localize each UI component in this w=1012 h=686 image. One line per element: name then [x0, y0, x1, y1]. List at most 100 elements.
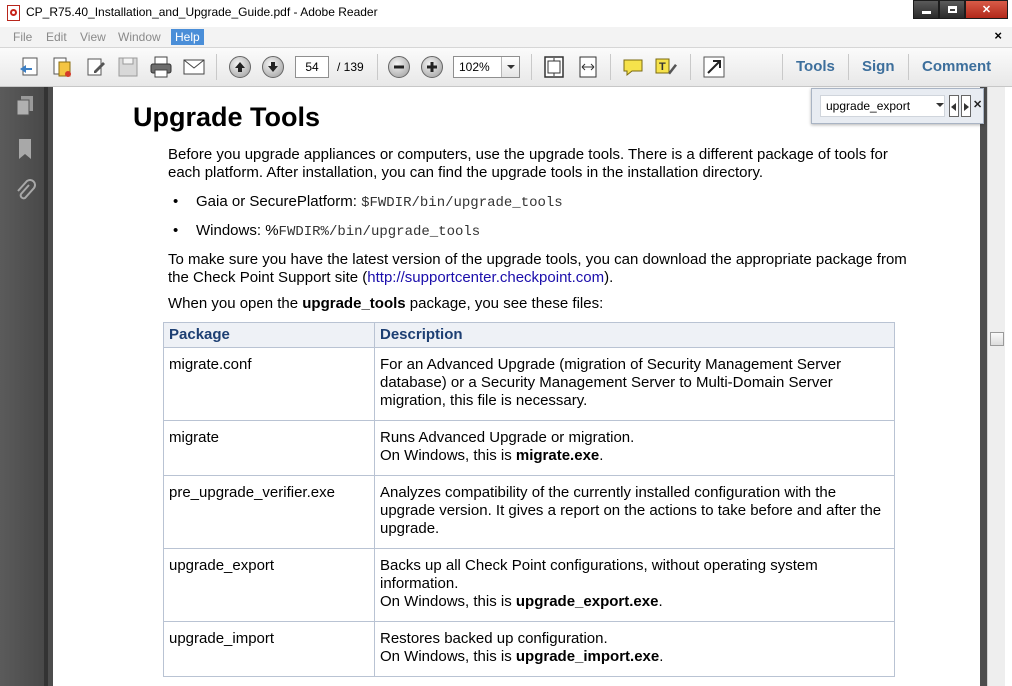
minimize-icon: [921, 11, 931, 14]
fit-width-icon[interactable]: [576, 55, 600, 79]
print-icon[interactable]: [149, 55, 173, 79]
find-next-button[interactable]: [961, 95, 971, 117]
table-row: upgrade_export Backs up all Check Point …: [163, 548, 895, 622]
page-heading: Upgrade Tools: [133, 102, 321, 132]
bullet-icon: •: [173, 193, 179, 210]
menu-view[interactable]: View: [76, 29, 110, 45]
intro-paragraph: Before you upgrade appliances or compute…: [168, 146, 888, 181]
maximize-icon: [947, 6, 957, 13]
vertical-scrollbar[interactable]: [987, 87, 1006, 686]
close-document-icon[interactable]: ×: [994, 28, 1002, 43]
package-cell: migrate: [163, 420, 375, 476]
menu-file[interactable]: File: [9, 29, 36, 45]
chevron-down-icon[interactable]: [936, 103, 944, 107]
minus-icon: [394, 65, 404, 69]
windows-exe: upgrade_import.exe: [515, 648, 660, 665]
bullet-label: Gaia or SecurePlatform:: [196, 193, 357, 210]
find-input[interactable]: [820, 95, 945, 117]
full-screen-icon[interactable]: [702, 55, 726, 79]
description-cell: Restores backed up configuration. On Wind…: [374, 621, 895, 677]
zoom-select[interactable]: 102%: [453, 56, 520, 78]
menu-bar: File Edit View Window Help ×: [0, 27, 1012, 48]
navigation-panel: [0, 87, 48, 686]
header-description: Description: [374, 322, 895, 348]
window-controls: ✕: [913, 0, 1008, 19]
fit-page-icon[interactable]: [542, 55, 566, 79]
tools-pane-button[interactable]: Tools: [796, 48, 835, 86]
arrow-down-icon: [268, 62, 278, 72]
latest-end: ).: [604, 269, 614, 286]
percent-prefix: %: [265, 222, 279, 239]
description-text: Runs Advanced Upgrade or migration.: [380, 429, 635, 446]
package-table: Package Description migrate.conf For an …: [163, 322, 895, 677]
next-page-button[interactable]: [262, 56, 284, 78]
minimize-button[interactable]: [913, 0, 939, 19]
page-total-label: / 139: [337, 60, 364, 74]
description-text: Backs up all Check Point configurations,…: [380, 557, 818, 592]
description-cell: Analyzes compatibility of the currently …: [374, 475, 895, 549]
bullet-windows: Windows: %FWDIR%/bin/upgrade_tools: [196, 222, 480, 240]
table-row: pre_upgrade_verifier.exe Analyzes compat…: [163, 475, 895, 549]
attachments-icon[interactable]: [14, 179, 36, 203]
zoom-out-button[interactable]: [388, 56, 410, 78]
windows-note-end: .: [599, 447, 604, 464]
toolbar-separator: [610, 54, 611, 80]
bullet-icon: •: [173, 222, 179, 239]
page-number-input[interactable]: [295, 56, 329, 78]
windows-note: On Windows, this is: [380, 447, 516, 464]
header-package: Package: [163, 322, 375, 348]
window-title: CP_R75.40_Installation_and_Upgrade_Guide…: [26, 5, 378, 19]
find-previous-button[interactable]: [949, 95, 959, 117]
plus-icon: [427, 62, 437, 72]
menu-window[interactable]: Window: [114, 29, 165, 45]
menu-edit[interactable]: Edit: [42, 29, 71, 45]
package-cell: upgrade_import: [163, 621, 375, 677]
previous-page-button[interactable]: [229, 56, 251, 78]
chevron-down-icon[interactable]: [501, 57, 519, 77]
toolbar-separator: [782, 54, 783, 80]
zoom-in-button[interactable]: [421, 56, 443, 78]
table-header: Package Description: [163, 322, 895, 348]
scrollbar-thumb[interactable]: [990, 332, 1004, 346]
svg-text:T: T: [659, 61, 666, 73]
highlight-text-icon[interactable]: T: [654, 55, 678, 79]
toolbar-separator: [531, 54, 532, 80]
path-code: $FWDIR/bin/upgrade_tools: [361, 195, 563, 211]
find-toolbar: ✕: [811, 88, 984, 124]
window-edge: [1005, 87, 1012, 686]
menu-help[interactable]: Help: [171, 29, 204, 45]
combine-files-icon[interactable]: [50, 55, 74, 79]
table-row: upgrade_import Restores backed up config…: [163, 621, 895, 677]
bookmarks-icon[interactable]: [14, 137, 36, 161]
pdf-page: Upgrade Tools Before you upgrade applian…: [53, 87, 980, 686]
bullet-label: Windows:: [196, 222, 262, 239]
description-text: Restores backed up configuration.: [380, 630, 608, 647]
title-bar: CP_R75.40_Installation_and_Upgrade_Guide…: [0, 0, 1012, 28]
page-thumbnails-icon[interactable]: [14, 94, 36, 118]
support-link[interactable]: http://supportcenter.checkpoint.com: [367, 269, 604, 286]
comment-pane-button[interactable]: Comment: [922, 48, 991, 86]
sign-pane-button[interactable]: Sign: [862, 48, 895, 86]
windows-note: On Windows, this is: [380, 648, 516, 665]
toolbar-separator: [848, 54, 849, 80]
toolbar-separator: [377, 54, 378, 80]
description-text: Analyzes compatibility of the currently …: [380, 484, 882, 537]
description-cell: For an Advanced Upgrade (migration of Se…: [374, 347, 895, 421]
create-pdf-icon[interactable]: [17, 55, 41, 79]
open-package-paragraph: When you open the upgrade_tools package,…: [168, 295, 918, 313]
windows-exe: migrate.exe: [515, 447, 600, 464]
windows-note-end: .: [659, 648, 664, 665]
edit-document-icon[interactable]: [84, 55, 108, 79]
sticky-note-icon[interactable]: [621, 55, 645, 79]
pdf-file-icon: [7, 5, 20, 21]
document-view[interactable]: Upgrade Tools Before you upgrade applian…: [48, 87, 987, 686]
description-cell: Runs Advanced Upgrade or migration. On Wi…: [374, 420, 895, 476]
close-window-button[interactable]: ✕: [965, 0, 1008, 19]
description-text: For an Advanced Upgrade (migration of Se…: [380, 356, 842, 409]
maximize-button[interactable]: [939, 0, 965, 19]
close-find-icon[interactable]: ✕: [973, 98, 982, 111]
save-icon[interactable]: [116, 55, 140, 79]
email-icon[interactable]: [182, 55, 206, 79]
package-cell: pre_upgrade_verifier.exe: [163, 475, 375, 549]
close-icon: ✕: [981, 4, 992, 16]
